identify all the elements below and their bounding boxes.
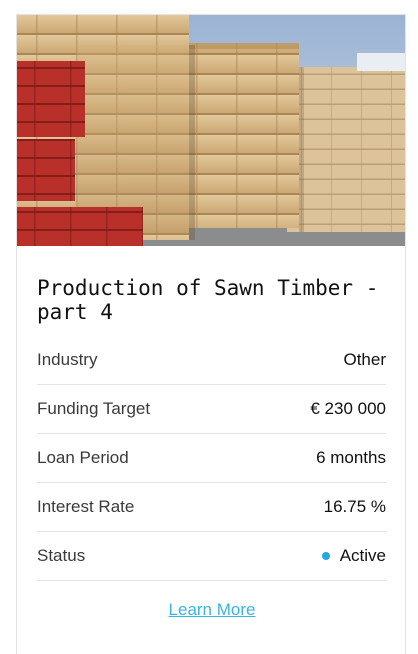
status-badge: Active [321,546,386,566]
detail-value: 16.75 % [323,497,386,516]
detail-row-status: Status Active [37,532,386,581]
detail-label: Industry [37,350,98,369]
detail-label: Funding Target [37,399,151,418]
detail-row-loan-period: Loan Period 6 months [37,434,386,483]
loan-title: Production of Sawn Timber - part 4 [37,276,379,324]
detail-label: Status [37,546,86,565]
loan-card: Production of Sawn Timber - part 4 Indus… [16,14,406,654]
detail-label: Loan Period [37,448,129,467]
status-text: Active [339,546,386,565]
detail-row-interest-rate: Interest Rate 16.75 % [37,483,386,532]
detail-value: 6 months [316,448,386,467]
detail-row-industry: Industry Other [37,336,386,385]
detail-value: € 230 000 [310,399,386,418]
detail-label: Interest Rate [37,497,135,516]
detail-value: Other [343,350,386,369]
timber-photo [17,15,405,246]
loan-details: Industry Other Funding Target € 230 000 … [37,336,386,581]
learn-more-link[interactable]: Learn More [17,600,407,620]
detail-row-funding-target: Funding Target € 230 000 [37,385,386,434]
status-dot-icon [321,552,330,560]
